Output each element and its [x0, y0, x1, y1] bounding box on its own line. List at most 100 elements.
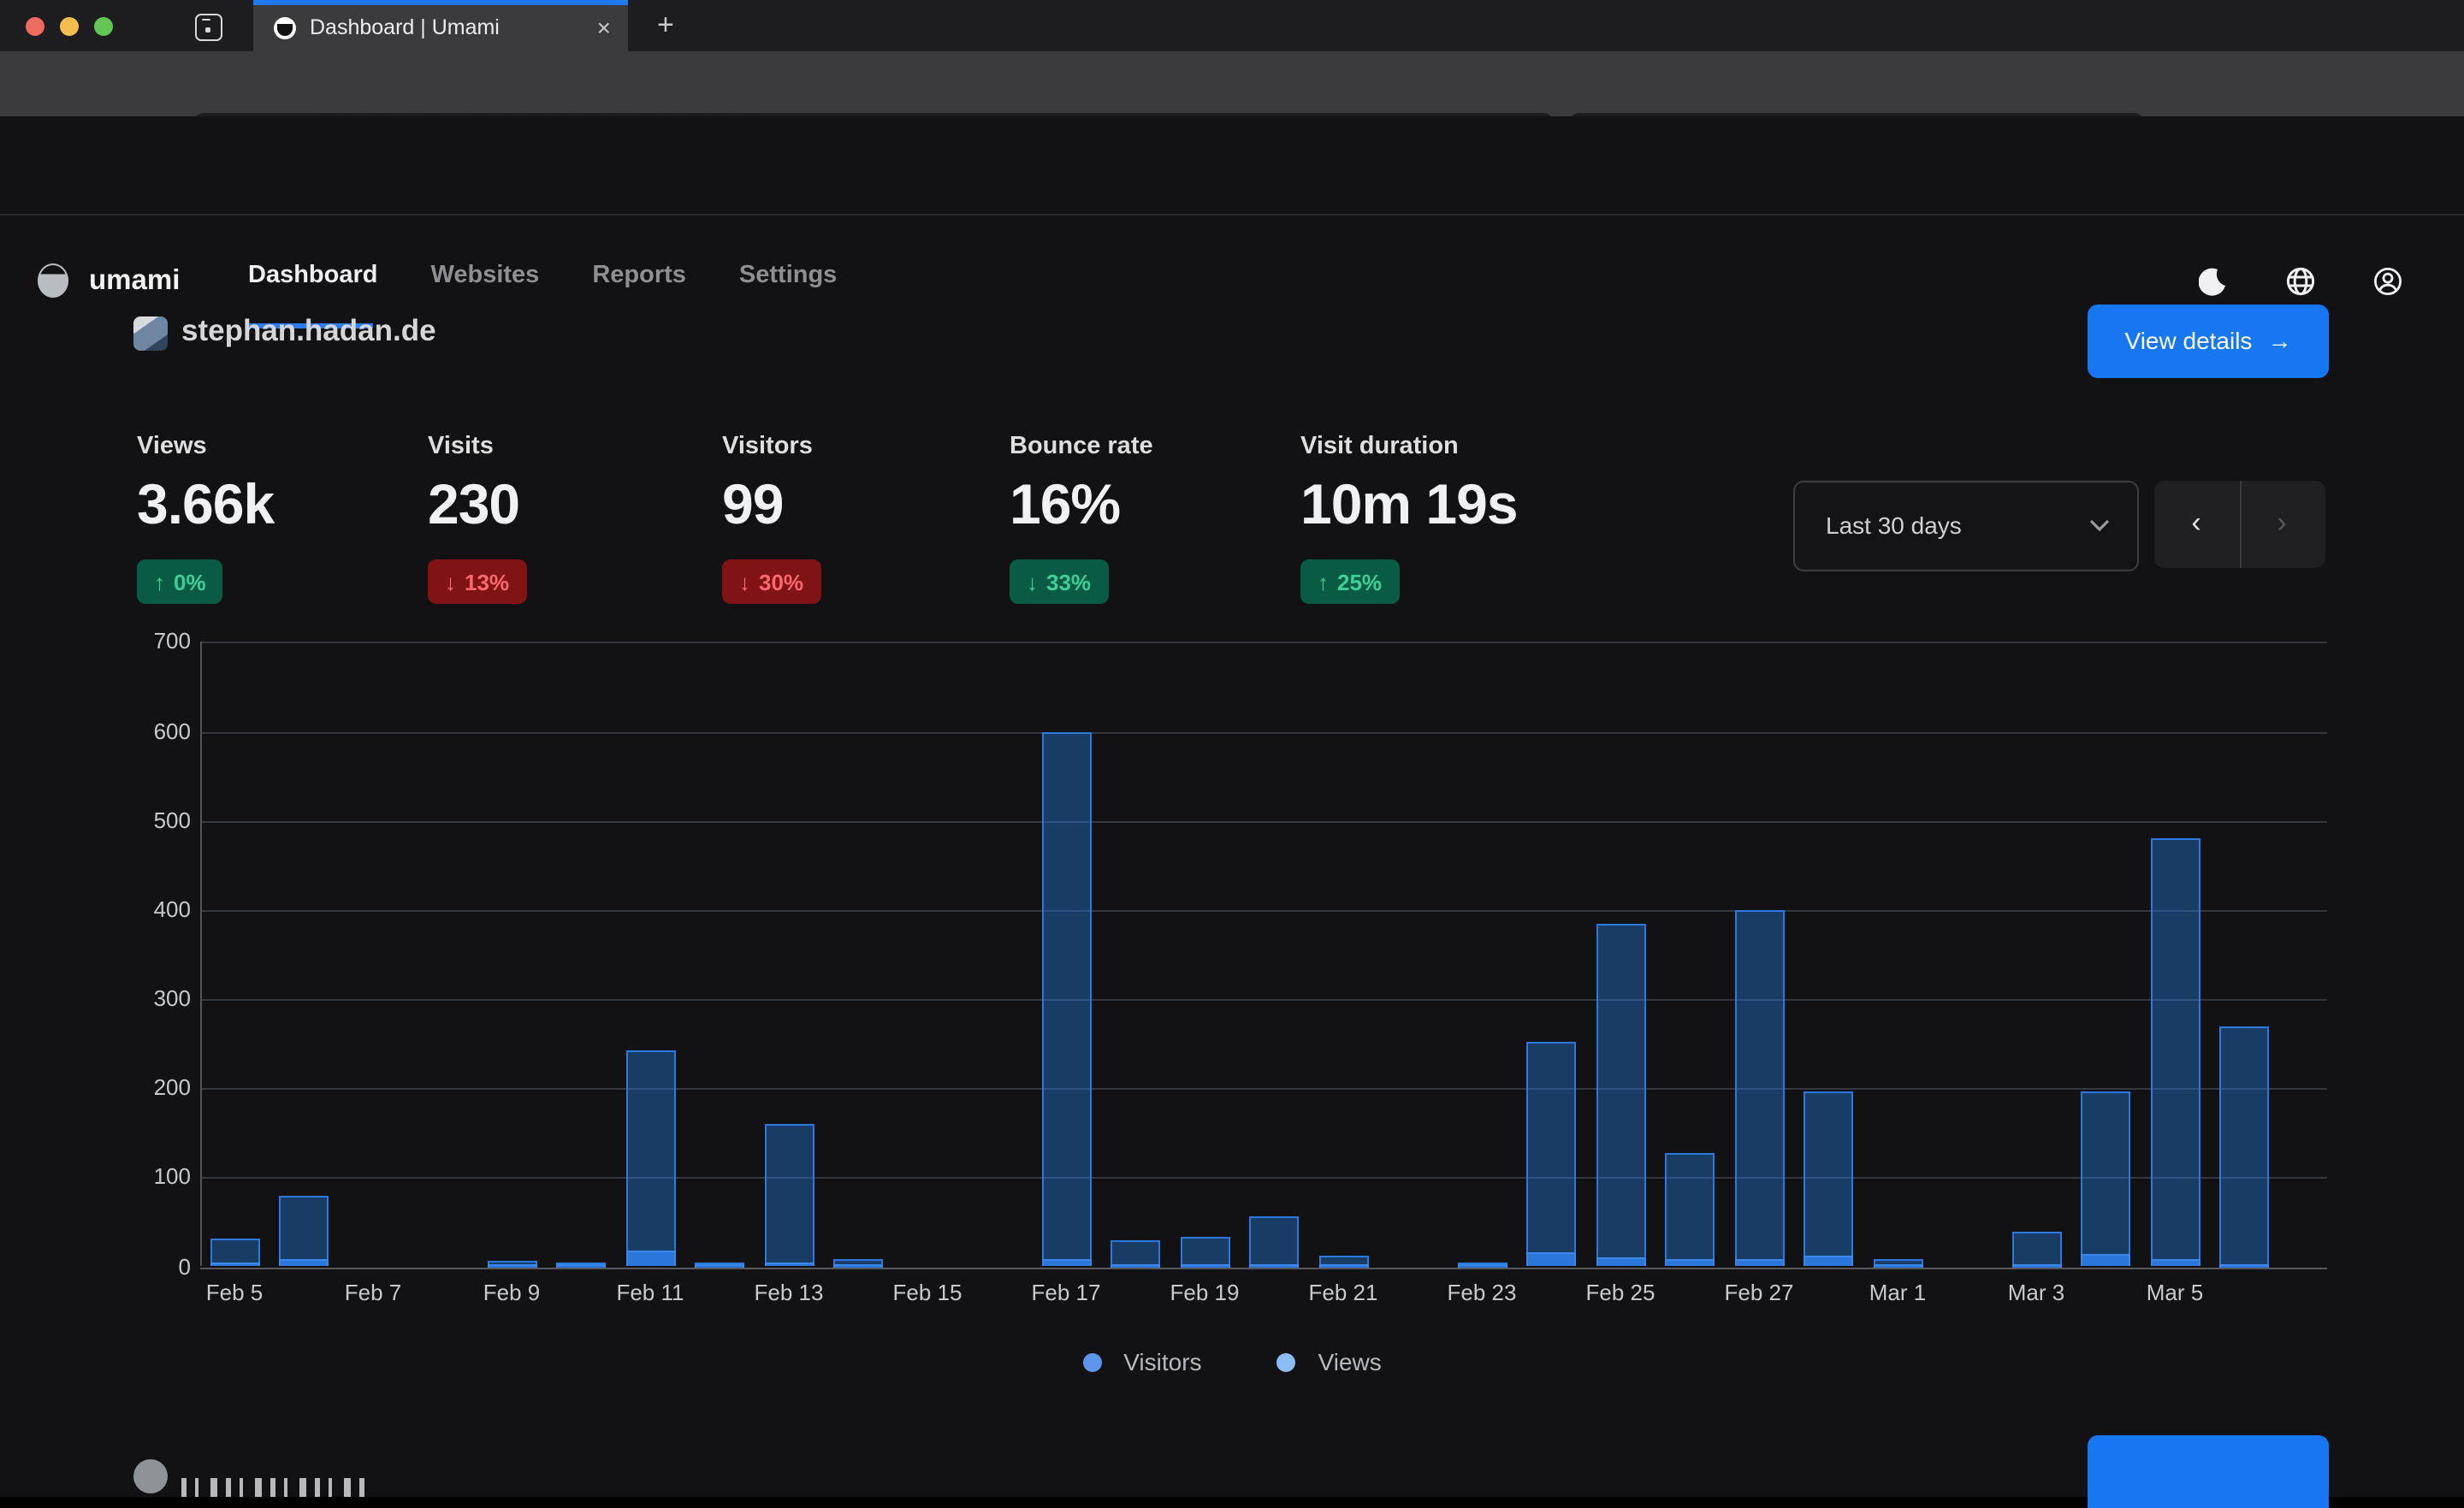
x-axis-tick: Mar 5 — [2123, 1280, 2226, 1305]
nav-websites[interactable]: Websites — [431, 261, 540, 317]
visitors-bar[interactable] — [1804, 1255, 1853, 1267]
close-window-button[interactable] — [26, 17, 44, 36]
visitors-bar[interactable] — [1111, 1263, 1160, 1267]
views-bar[interactable] — [1526, 1041, 1576, 1267]
y-axis-tick: 100 — [122, 1164, 191, 1192]
visitors-bar[interactable] — [2150, 1259, 2200, 1267]
nav-settings[interactable]: Settings — [739, 261, 837, 317]
browser-tab-bar: Dashboard | Umami × + — [0, 0, 2464, 51]
date-range-select[interactable]: Last 30 days — [1793, 480, 2139, 571]
prev-period-button[interactable]: ‹ — [2153, 480, 2239, 567]
visitors-bar[interactable] — [1665, 1260, 1715, 1267]
visitors-bar[interactable] — [1249, 1263, 1299, 1267]
arrow-right-icon: → — [2267, 327, 2291, 354]
metric-change-badge: ↓ 30% — [722, 559, 820, 604]
y-axis-tick: 500 — [122, 807, 191, 835]
gridline — [199, 1267, 2327, 1268]
theme-moon-icon[interactable] — [2199, 266, 2228, 295]
views-bar[interactable] — [1041, 731, 1091, 1267]
language-globe-icon[interactable] — [2286, 266, 2315, 295]
metric-value: 16% — [1010, 472, 1120, 537]
visitors-bar[interactable] — [1318, 1263, 1368, 1267]
metric-change-value: 33% — [1046, 569, 1091, 594]
x-axis-tick: Feb 21 — [1292, 1280, 1395, 1305]
arrow-down-icon: ↓ — [739, 569, 750, 594]
views-bar[interactable] — [1665, 1152, 1715, 1267]
metric-change-badge: ↓ 13% — [428, 559, 526, 604]
views-bar[interactable] — [2011, 1232, 2061, 1267]
arrow-up-icon: ↑ — [1318, 569, 1329, 594]
date-range-label: Last 30 days — [1826, 512, 2089, 539]
metric-change-value: 25% — [1337, 569, 1382, 594]
visitors-bar[interactable] — [1526, 1252, 1576, 1267]
legend-item-views[interactable]: Views — [1277, 1348, 1382, 1375]
x-axis-tick: Feb 5 — [183, 1280, 286, 1305]
visitors-bar[interactable] — [625, 1251, 675, 1267]
metric-change-value: 0% — [174, 569, 206, 594]
gridline — [199, 999, 2327, 1001]
view-details-button[interactable]: View details → — [2088, 304, 2329, 377]
pager-divider — [2239, 480, 2241, 567]
views-bar[interactable] — [1804, 1092, 1853, 1267]
site-favicon — [133, 316, 168, 350]
visitors-bar[interactable] — [1596, 1258, 1645, 1267]
x-axis-tick: Mar 3 — [1985, 1280, 2088, 1305]
x-axis-tick: Mar 1 — [1846, 1280, 1949, 1305]
x-axis-tick: Feb 19 — [1153, 1280, 1256, 1305]
x-axis-tick: Feb 27 — [1708, 1280, 1810, 1305]
visitors-bar[interactable] — [1457, 1263, 1507, 1267]
visitors-bar[interactable] — [1180, 1263, 1229, 1267]
date-pager: ‹ › — [2153, 480, 2325, 567]
visitors-bar[interactable] — [2219, 1263, 2269, 1267]
metric-value: 10m 19s — [1300, 472, 1518, 537]
minimize-window-button[interactable] — [60, 17, 79, 36]
visitors-bar[interactable] — [2011, 1263, 2061, 1267]
views-bar[interactable] — [1249, 1217, 1299, 1267]
profile-icon[interactable] — [2373, 266, 2402, 295]
y-axis-line — [199, 642, 201, 1267]
visitors-bar[interactable] — [1734, 1260, 1784, 1267]
site-title: stephan.hadan.de — [181, 313, 436, 349]
views-bar[interactable] — [2219, 1026, 2269, 1267]
next-period-button[interactable]: › — [2239, 480, 2325, 567]
x-axis-tick: Feb 7 — [322, 1280, 424, 1305]
new-tab-button[interactable]: + — [657, 9, 674, 43]
views-bar[interactable] — [625, 1050, 675, 1267]
y-axis-tick: 400 — [122, 896, 191, 924]
legend-item-visitors[interactable]: Visitors — [1082, 1348, 1201, 1375]
visitors-bar[interactable] — [487, 1263, 536, 1267]
visitors-bar[interactable] — [2081, 1254, 2130, 1267]
chart-legend: Visitors Views — [0, 1348, 2464, 1375]
metric-label: Visits — [428, 433, 494, 460]
metric-label: Views — [137, 433, 207, 460]
x-axis-tick: Feb 9 — [460, 1280, 563, 1305]
nav-dashboard[interactable]: Dashboard — [248, 261, 378, 317]
nav-reports[interactable]: Reports — [592, 261, 686, 317]
browser-tab[interactable]: Dashboard | Umami × — [253, 4, 628, 51]
site-title-clipped — [181, 1478, 373, 1497]
tab-close-icon[interactable]: × — [597, 15, 611, 42]
zoom-window-button[interactable] — [94, 17, 113, 36]
visitors-bar[interactable] — [1041, 1260, 1091, 1267]
views-bar[interactable] — [279, 1197, 329, 1267]
views-bar[interactable] — [2081, 1091, 2130, 1267]
visitors-bar[interactable] — [210, 1263, 259, 1267]
views-bar[interactable] — [1734, 910, 1784, 1267]
views-bar[interactable] — [1596, 923, 1645, 1267]
views-bar[interactable] — [1180, 1238, 1229, 1267]
view-details-button[interactable] — [2088, 1434, 2329, 1508]
metric-change-badge: ↑ 0% — [137, 559, 223, 604]
visitors-bar[interactable] — [833, 1263, 883, 1267]
visitors-bar[interactable] — [764, 1263, 814, 1267]
tab-overview-icon[interactable] — [195, 14, 222, 41]
views-bar[interactable] — [764, 1123, 814, 1267]
arrow-down-icon: ↓ — [445, 569, 456, 594]
visitors-bar[interactable] — [279, 1260, 329, 1267]
visitors-bar[interactable] — [1873, 1263, 1922, 1267]
visitors-bar[interactable] — [556, 1263, 606, 1267]
legend-label: Views — [1318, 1348, 1382, 1375]
views-bar[interactable] — [2150, 837, 2200, 1267]
visitors-bar[interactable] — [695, 1263, 744, 1267]
views-legend-dot — [1277, 1352, 1296, 1371]
legend-label: Visitors — [1123, 1348, 1201, 1375]
